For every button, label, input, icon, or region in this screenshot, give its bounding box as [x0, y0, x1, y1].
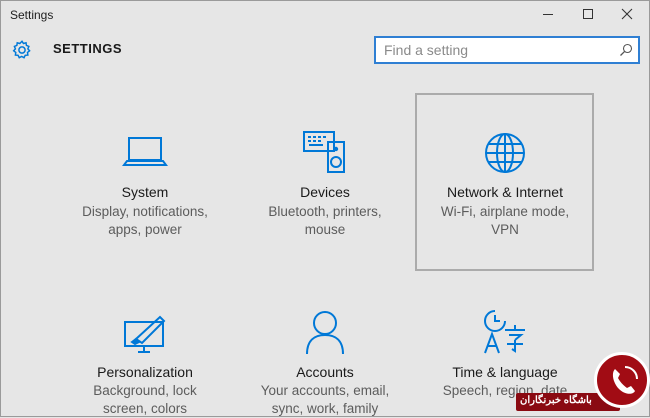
- watermark-emblem: [594, 352, 650, 408]
- tile-system-desc-line1: Display, notifications,: [82, 204, 208, 219]
- tile-personalization-desc-line2: screen, colors: [102, 401, 188, 416]
- title-bar: Settings: [0, 0, 650, 30]
- tile-personalization-name: Personalization: [97, 364, 193, 380]
- person-icon: [306, 311, 344, 355]
- tile-network-name: Network & Internet: [447, 184, 563, 200]
- search-box[interactable]: [374, 36, 640, 64]
- gear-icon: [12, 40, 31, 59]
- watermark-text: باشگاه خبرنگاران: [520, 395, 592, 406]
- maximize-icon: [583, 9, 593, 19]
- close-button[interactable]: [608, 0, 646, 28]
- tile-devices[interactable]: Devices Bluetooth, printers, mouse: [240, 120, 410, 250]
- tile-network-desc-line1: Wi-Fi, airplane mode,: [440, 204, 570, 219]
- maximize-button[interactable]: [569, 0, 607, 28]
- tile-system-desc-line2: apps, power: [108, 222, 182, 237]
- globe-icon: [485, 133, 525, 173]
- tile-network-internet[interactable]: Network & Internet Wi-Fi, airplane mode,…: [420, 120, 590, 250]
- search-input[interactable]: [384, 41, 604, 59]
- tile-accounts-name: Accounts: [296, 364, 354, 380]
- tile-accounts[interactable]: Accounts Your accounts, email, sync, wor…: [240, 300, 410, 417]
- tile-accounts-desc-line1: Your accounts, email,: [260, 383, 390, 398]
- devices-icon: [303, 131, 345, 173]
- tile-network-desc-line2: VPN: [491, 222, 519, 237]
- tile-personalization[interactable]: Personalization Background, lock screen,…: [60, 300, 230, 417]
- tile-system[interactable]: System Display, notifications, apps, pow…: [60, 120, 230, 250]
- close-icon: [621, 8, 633, 20]
- window-title: Settings: [10, 8, 54, 22]
- minimize-icon: [543, 14, 553, 15]
- tile-devices-desc-line2: mouse: [304, 222, 346, 237]
- page-title: SETTINGS: [53, 41, 123, 56]
- tile-system-name: System: [121, 184, 169, 200]
- tile-devices-desc-line1: Bluetooth, printers,: [268, 204, 382, 219]
- tile-accounts-desc-line2: sync, work, family: [271, 401, 379, 416]
- tile-personalization-desc-line1: Background, lock: [93, 383, 197, 398]
- phone-emblem-icon: [612, 366, 638, 394]
- watermark-logo: باشگاه خبرنگاران: [516, 350, 650, 417]
- personalization-icon: [124, 315, 166, 353]
- time-language-icon: [484, 310, 525, 354]
- tile-devices-name: Devices: [300, 184, 350, 200]
- minimize-button[interactable]: [529, 0, 567, 28]
- search-icon[interactable]: [619, 43, 633, 57]
- laptop-icon: [122, 137, 168, 166]
